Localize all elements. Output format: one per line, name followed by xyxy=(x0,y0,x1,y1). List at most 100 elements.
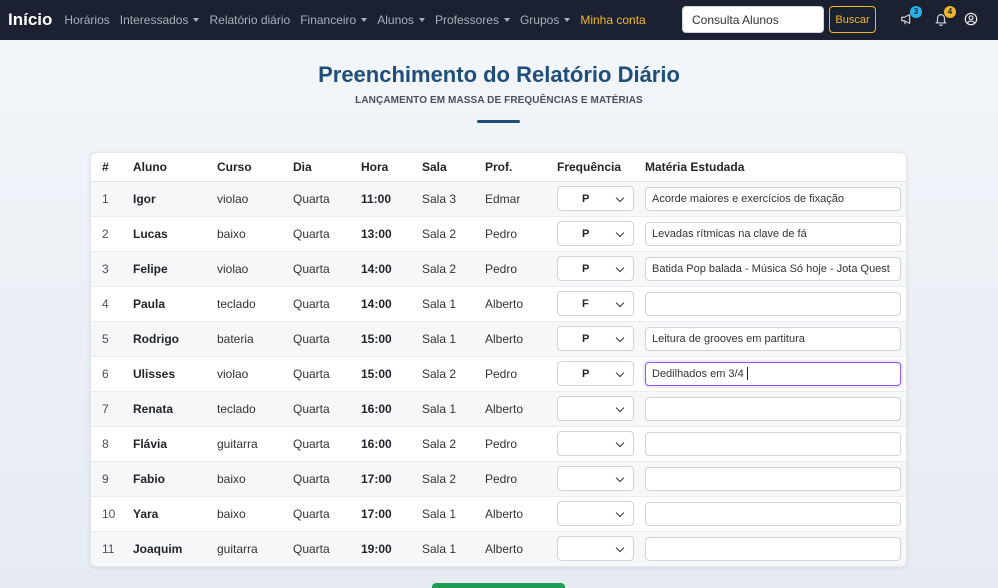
frequency-select[interactable]: P xyxy=(557,186,634,211)
course-name: baixo xyxy=(217,506,246,521)
col-header-prof: Prof. xyxy=(485,153,557,182)
course-name: violao xyxy=(217,261,249,276)
row-number: 11 xyxy=(102,541,115,556)
frequency-cell xyxy=(557,531,645,566)
materia-cell xyxy=(645,286,906,321)
frequency-cell: P xyxy=(557,356,645,391)
nav-financeiro[interactable]: Financeiro xyxy=(300,13,368,27)
student-name: Paula xyxy=(133,296,166,311)
time-cell: 17:00 xyxy=(361,506,392,521)
day-cell: Quarta xyxy=(293,261,330,276)
chevron-down-icon xyxy=(503,18,510,22)
teacher-cell: Alberto xyxy=(485,506,524,521)
brand-link[interactable]: Início xyxy=(8,10,52,30)
page-title: Preenchimento do Relatório Diário xyxy=(318,62,680,87)
frequency-cell xyxy=(557,496,645,531)
announcement-button[interactable]: 3 xyxy=(897,6,922,29)
materia-input[interactable]: Dedilhados em 3/4 xyxy=(645,361,901,386)
materia-cell xyxy=(645,461,906,496)
time-cell: 19:00 xyxy=(361,541,392,556)
room-cell: Sala 1 xyxy=(422,296,457,311)
materia-text: Dedilhados em 3/4 xyxy=(652,367,744,380)
chevron-down-icon xyxy=(615,368,625,378)
frequency-select[interactable] xyxy=(557,396,634,421)
nav-horarios[interactable]: Horários xyxy=(64,13,109,27)
nav-relatorio-diario[interactable]: Relatório diário xyxy=(209,13,290,27)
materia-cell: Levadas rítmicas na clave de fá xyxy=(645,216,906,251)
materia-input[interactable] xyxy=(645,536,901,561)
col-header-hora: Hora xyxy=(361,153,422,182)
teacher-cell: Pedro xyxy=(485,471,518,486)
materia-input[interactable] xyxy=(645,466,901,491)
student-name: Igor xyxy=(133,191,156,206)
frequency-select[interactable]: P xyxy=(557,361,634,386)
teacher-cell: Edmar xyxy=(485,191,521,206)
teacher-cell: Pedro xyxy=(485,366,518,381)
notifications-button[interactable]: 4 xyxy=(931,6,956,29)
user-menu-button[interactable] xyxy=(961,9,981,29)
time-cell: 16:00 xyxy=(361,436,392,451)
materia-input[interactable] xyxy=(645,501,901,526)
room-cell: Sala 2 xyxy=(422,226,457,241)
course-name: violao xyxy=(217,191,249,206)
announcement-badge: 3 xyxy=(910,6,922,18)
teacher-cell: Pedro xyxy=(485,226,518,241)
materia-cell: Batida Pop balada - Música Só hoje - Jot… xyxy=(645,251,906,286)
materia-text: Leitura de grooves em partitura xyxy=(652,332,805,345)
row-number: 10 xyxy=(102,506,116,521)
student-name: Yara xyxy=(133,506,159,521)
nav-professores[interactable]: Professores xyxy=(435,13,510,27)
table-row: 11 Joaquim guitarra Quarta 19:00 Sala 1 Albert… xyxy=(91,531,906,566)
row-number: 9 xyxy=(102,471,109,486)
time-cell: 14:00 xyxy=(361,296,392,311)
nav-interessados[interactable]: Interessados xyxy=(120,13,200,27)
notifications-badge: 4 xyxy=(944,6,956,18)
materia-text: Batida Pop balada - Música Só hoje - Jot… xyxy=(652,262,890,275)
materia-input[interactable] xyxy=(645,431,901,456)
search-button[interactable]: Buscar xyxy=(829,6,876,33)
frequency-select[interactable]: P xyxy=(557,256,634,281)
nav-grupos[interactable]: Grupos xyxy=(520,13,571,27)
table-row: 1 Igor violao Quarta 11:00 Sala 3 Edmar P Acorde… xyxy=(91,181,906,216)
frequency-select[interactable]: P xyxy=(557,326,634,351)
materia-cell xyxy=(645,531,906,566)
frequency-select[interactable]: F xyxy=(557,291,634,316)
room-cell: Sala 2 xyxy=(422,261,457,276)
room-cell: Sala 1 xyxy=(422,541,457,556)
room-cell: Sala 2 xyxy=(422,471,457,486)
day-cell: Quarta xyxy=(293,471,330,486)
materia-input[interactable]: Acorde maiores e exercícios de fixação xyxy=(645,186,901,211)
student-name: Fabio xyxy=(133,471,165,486)
frequency-value: P xyxy=(582,227,590,240)
text-cursor xyxy=(746,367,748,380)
save-button[interactable] xyxy=(432,583,565,588)
materia-input[interactable]: Levadas rítmicas na clave de fá xyxy=(645,221,901,246)
table-row: 6 Ulisses violao Quarta 15:00 Sala 2 Pedro P Ded… xyxy=(91,356,906,391)
frequency-cell xyxy=(557,461,645,496)
materia-input[interactable] xyxy=(645,291,901,316)
search-input[interactable] xyxy=(682,6,824,33)
course-name: teclado xyxy=(217,296,256,311)
col-header-num: # xyxy=(91,153,133,182)
chevron-down-icon xyxy=(615,228,625,238)
course-name: teclado xyxy=(217,401,256,416)
row-number: 3 xyxy=(102,261,109,276)
student-name: Joaquim xyxy=(133,541,183,556)
frequency-value: P xyxy=(582,332,590,345)
frequency-select[interactable]: P xyxy=(557,221,634,246)
nav-minha-conta[interactable]: Minha conta xyxy=(580,13,645,27)
materia-text: Acorde maiores e exercícios de fixação xyxy=(652,192,844,205)
materia-input[interactable] xyxy=(645,396,901,421)
frequency-select[interactable] xyxy=(557,466,634,491)
nav-alunos[interactable]: Alunos xyxy=(377,13,425,27)
materia-input[interactable]: Batida Pop balada - Música Só hoje - Jot… xyxy=(645,256,901,281)
frequency-value: P xyxy=(582,262,590,275)
row-number: 8 xyxy=(102,436,109,451)
materia-input[interactable]: Leitura de grooves em partitura xyxy=(645,326,901,351)
frequency-select[interactable] xyxy=(557,501,634,526)
frequency-select[interactable] xyxy=(557,536,634,562)
table-row: 4 Paula teclado Quarta 14:00 Sala 1 Alberto F xyxy=(91,286,906,321)
frequency-select[interactable] xyxy=(557,431,634,456)
user-circle-icon xyxy=(964,12,978,26)
row-number: 4 xyxy=(102,296,109,311)
